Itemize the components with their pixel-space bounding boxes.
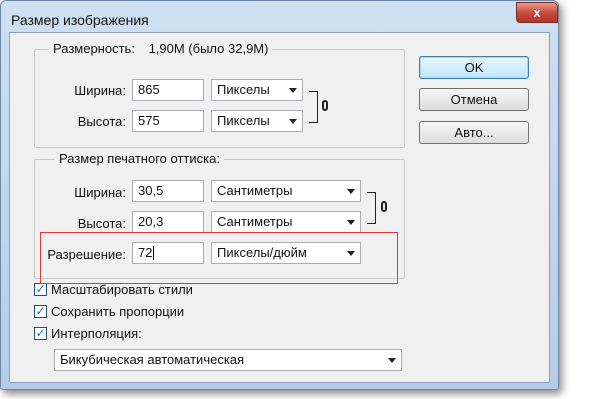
chevron-down-icon bbox=[388, 358, 396, 363]
pixel-dimensions-label: Размерность: bbox=[53, 41, 135, 56]
auto-button[interactable]: Авто... bbox=[419, 121, 529, 144]
chevron-down-icon bbox=[347, 220, 355, 225]
close-button[interactable]: x bbox=[516, 2, 558, 23]
cancel-button[interactable]: Отмена bbox=[419, 88, 529, 111]
image-size-dialog: Размер изображения x Размерность: 1,90M … bbox=[0, 0, 559, 390]
pixel-dimensions-legend: Размерность: 1,90M (было 32,9M) bbox=[49, 41, 273, 56]
pixel-height-unit-select[interactable]: Пикселы bbox=[211, 110, 303, 132]
resample-method-select[interactable]: Бикубическая автоматическая bbox=[54, 349, 402, 371]
pixel-width-unit-value: Пикселы bbox=[217, 82, 270, 97]
pixel-dimensions-size: 1,90M (было 32,9M) bbox=[148, 41, 269, 56]
chain-link-icon bbox=[322, 100, 328, 111]
constrain-proportions-checkbox[interactable]: ✓ bbox=[34, 305, 47, 318]
ok-button[interactable]: OK bbox=[419, 56, 529, 79]
scale-styles-checkbox[interactable]: ✓ bbox=[34, 283, 47, 296]
pixel-constrain-bracket bbox=[309, 91, 318, 123]
pixel-height-unit-value: Пикселы bbox=[217, 113, 270, 128]
chevron-down-icon bbox=[289, 119, 297, 124]
pixel-height-label: Высота: bbox=[77, 114, 126, 129]
constrain-proportions-label[interactable]: Сохранить пропорции bbox=[51, 304, 184, 319]
chevron-down-icon bbox=[289, 88, 297, 93]
resolution-highlight-frame bbox=[40, 232, 398, 284]
scale-styles-label[interactable]: Масштабировать стили bbox=[51, 282, 193, 297]
title-bar[interactable]: Размер изображения x bbox=[1, 1, 558, 33]
checkmark-icon: ✓ bbox=[35, 304, 46, 318]
document-height-unit-select[interactable]: Сантиметры bbox=[211, 211, 361, 233]
resample-method-value: Бикубическая автоматическая bbox=[60, 352, 245, 367]
resample-label[interactable]: Интерполяция: bbox=[51, 326, 142, 341]
checkmark-icon: ✓ bbox=[35, 282, 46, 296]
document-width-label: Ширина: bbox=[74, 185, 126, 200]
dialog-title: Размер изображения bbox=[11, 12, 149, 28]
dialog-body: Размерность: 1,90M (было 32,9M) Ширина: … bbox=[9, 32, 550, 383]
document-height-input[interactable]: 20,3 bbox=[132, 211, 204, 233]
pixel-width-label: Ширина: bbox=[74, 83, 126, 98]
document-constrain-bracket bbox=[367, 192, 376, 224]
pixel-width-unit-select[interactable]: Пикселы bbox=[211, 79, 303, 101]
chain-link-icon bbox=[381, 201, 387, 212]
close-icon: x bbox=[533, 5, 541, 20]
document-width-unit-select[interactable]: Сантиметры bbox=[211, 180, 361, 202]
resample-checkbox[interactable]: ✓ bbox=[34, 327, 47, 340]
pixel-height-input[interactable]: 575 bbox=[132, 110, 204, 132]
chevron-down-icon bbox=[347, 189, 355, 194]
document-height-unit-value: Сантиметры bbox=[217, 214, 293, 229]
document-height-label: Высота: bbox=[77, 216, 126, 231]
checkmark-icon: ✓ bbox=[35, 326, 46, 340]
pixel-width-input[interactable]: 865 bbox=[132, 79, 204, 101]
document-size-legend: Размер печатного оттиска: bbox=[55, 151, 224, 166]
document-width-unit-value: Сантиметры bbox=[217, 183, 293, 198]
document-width-input[interactable]: 30,5 bbox=[132, 180, 204, 202]
